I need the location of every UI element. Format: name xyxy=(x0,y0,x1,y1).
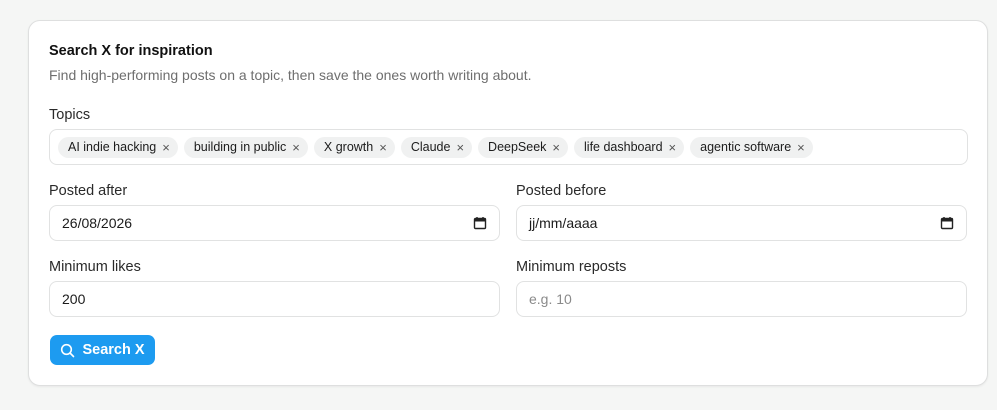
topic-chip: building in public × xyxy=(183,136,308,158)
topic-chip: Claude × xyxy=(400,136,473,158)
remove-chip-icon[interactable]: × xyxy=(797,141,805,154)
posted-before-date-input[interactable]: jj/mm/aaaa xyxy=(516,205,967,241)
remove-chip-icon[interactable]: × xyxy=(456,141,464,154)
posted-before-label: Posted before xyxy=(516,183,607,199)
remove-chip-icon[interactable]: × xyxy=(292,141,300,154)
topic-chip-label: agentic software xyxy=(700,140,792,154)
card-subtitle: Find high-performing posts on a topic, t… xyxy=(49,67,532,83)
remove-chip-icon[interactable]: × xyxy=(669,141,677,154)
topic-chip: agentic software × xyxy=(690,136,813,158)
topic-chip-label: building in public xyxy=(193,140,287,154)
min-reposts-input[interactable]: e.g. 10 xyxy=(516,281,967,317)
calendar-icon[interactable] xyxy=(473,216,487,230)
posted-after-date-input[interactable]: 26/08/2026 xyxy=(49,205,500,241)
search-card: Search X for inspiration Find high-perfo… xyxy=(28,20,988,386)
min-reposts-placeholder: e.g. 10 xyxy=(529,291,572,307)
topic-chip: DeepSeek × xyxy=(478,136,569,158)
posted-after-label: Posted after xyxy=(49,183,128,199)
topic-chip: X growth × xyxy=(313,136,395,158)
topic-chip: AI indie hacking × xyxy=(58,136,178,158)
topics-input[interactable]: AI indie hacking × building in public × X … xyxy=(49,129,968,165)
topic-chip: life dashboard × xyxy=(574,136,685,158)
search-button[interactable]: Search X xyxy=(50,335,155,365)
posted-before-value: jj/mm/aaaa xyxy=(529,215,598,231)
topics-label: Topics xyxy=(49,107,91,123)
topic-chip-label: X growth xyxy=(323,140,374,154)
topic-chip-label: life dashboard xyxy=(584,140,663,154)
posted-after-value: 26/08/2026 xyxy=(62,215,133,231)
remove-chip-icon[interactable]: × xyxy=(162,141,170,154)
min-likes-input[interactable]: 200 xyxy=(49,281,500,317)
calendar-icon[interactable] xyxy=(940,216,954,230)
topic-chip-label: Claude xyxy=(410,140,451,154)
min-likes-label: Minimum likes xyxy=(49,259,141,275)
card-title: Search X for inspiration xyxy=(49,43,213,59)
remove-chip-icon[interactable]: × xyxy=(552,141,560,154)
remove-chip-icon[interactable]: × xyxy=(379,141,387,154)
topic-chip-label: DeepSeek xyxy=(488,140,547,154)
search-button-label: Search X xyxy=(82,342,145,358)
topic-chip-label: AI indie hacking xyxy=(68,140,157,154)
search-icon xyxy=(61,343,75,357)
min-reposts-label: Minimum reposts xyxy=(516,259,627,275)
min-likes-value: 200 xyxy=(62,291,86,307)
